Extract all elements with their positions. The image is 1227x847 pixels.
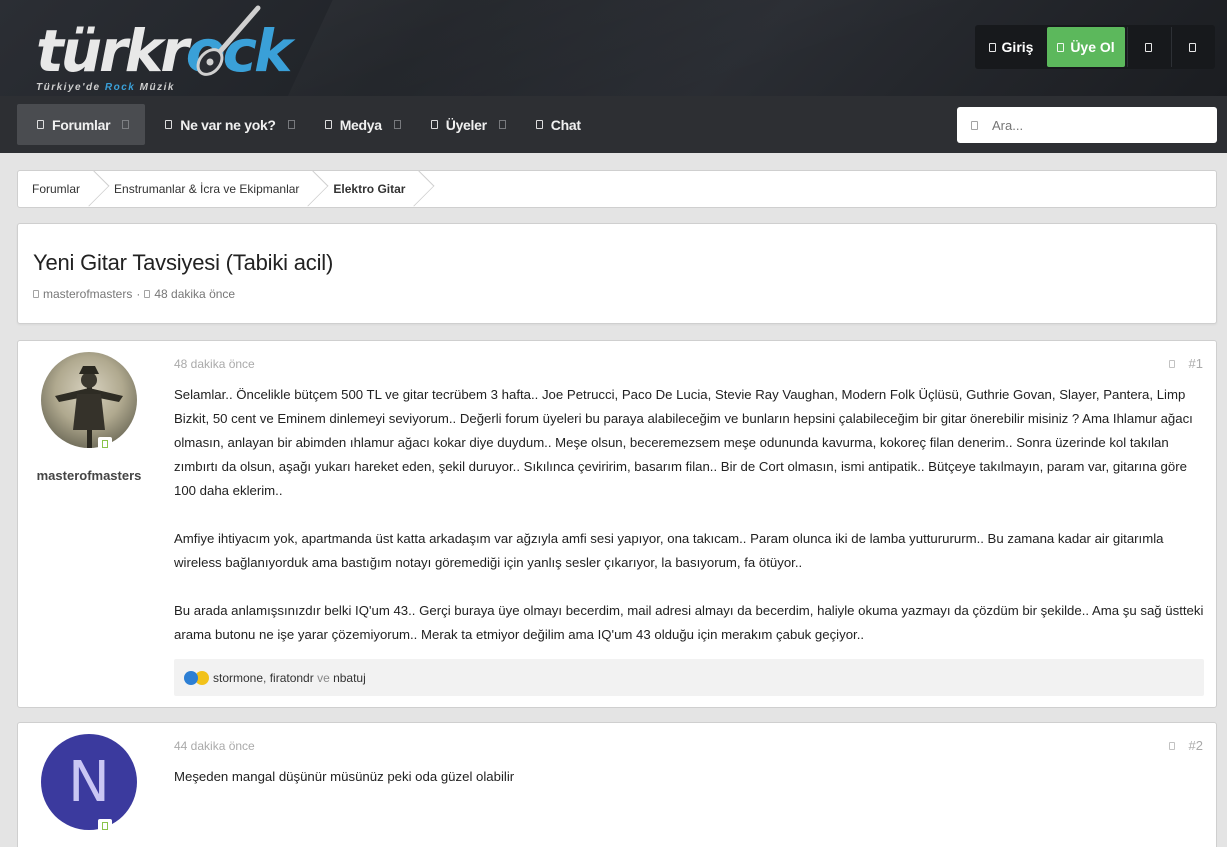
search-icon: [971, 120, 978, 130]
reaction-user-link[interactable]: stormone: [213, 671, 263, 685]
reaction-user-link[interactable]: firatondr: [270, 671, 314, 685]
user-icon: [33, 290, 39, 298]
post-content: Meşeden mangal düşünür müsünüz peki oda …: [174, 765, 1209, 813]
post-paragraph: Bu arada anlamışsınızdır belki IQ'um 43.…: [174, 603, 1204, 642]
breadcrumb-forums[interactable]: Forumlar: [18, 171, 100, 207]
avatar[interactable]: N: [41, 734, 137, 830]
dropdown-icon[interactable]: [122, 120, 130, 129]
chat-icon: [535, 120, 543, 129]
thread-header: Yeni Gitar Tavsiyesi (Tabiki acil) maste…: [17, 223, 1217, 324]
breadcrumb-instruments[interactable]: Enstrumanlar & İcra ve Ekipmanlar: [100, 171, 319, 207]
post-content: Selamlar.. Öncelikle bütçem 500 TL ve gi…: [174, 383, 1209, 671]
post-paragraph: Meşeden mangal düşünür müsünüz peki oda …: [174, 769, 515, 784]
nav-item-chat[interactable]: Chat: [516, 104, 581, 145]
letter-avatar: N: [41, 734, 137, 830]
image-icon: [324, 120, 332, 129]
thread-time[interactable]: 48 dakika önce: [154, 287, 235, 301]
search-toggle-button[interactable]: [1171, 27, 1213, 67]
news-icon: [165, 120, 173, 129]
share-icon[interactable]: [1168, 359, 1175, 368]
thread-author-link[interactable]: masterofmasters: [43, 287, 132, 301]
dropdown-icon[interactable]: [393, 120, 401, 129]
post-paragraph: Amfiye ihtiyacım yok, apartmanda üst kat…: [174, 531, 1164, 570]
breadcrumb: Forumlar Enstrumanlar & İcra ve Ekipmanl…: [17, 170, 1217, 208]
scarecrow-avatar-icon: [55, 366, 123, 448]
post-number[interactable]: #2: [1189, 738, 1203, 753]
post-1: masterofmasters 48 dakika önce #1 Selaml…: [17, 340, 1217, 708]
forum-icon: [37, 120, 44, 129]
dropdown-icon[interactable]: [498, 120, 506, 129]
search-box[interactable]: [957, 107, 1217, 143]
post-2: N 44 dakika önce #2 Meşeden mangal düşün…: [17, 722, 1217, 847]
online-status-icon: [98, 819, 112, 833]
post-username[interactable]: masterofmasters: [18, 468, 160, 483]
search-input[interactable]: [992, 117, 1192, 133]
share-icon[interactable]: [1168, 741, 1175, 750]
thread-meta: masterofmasters · 48 dakika önce: [33, 287, 235, 301]
post-number[interactable]: #1: [1189, 356, 1203, 371]
clock-icon: [144, 290, 151, 298]
search-icon: [1189, 42, 1196, 52]
whats-new-button[interactable]: [1127, 27, 1169, 67]
nav-item-media[interactable]: Medya: [305, 104, 411, 145]
avatar[interactable]: [41, 352, 137, 448]
guitar-logo-icon: [196, 5, 261, 76]
site-header: türkrock Türkiye'de Rock Müzik Giriş Üye…: [0, 0, 1227, 96]
post-paragraph: Selamlar.. Öncelikle bütçem 500 TL ve gi…: [174, 387, 1193, 498]
nav-item-members[interactable]: Üyeler: [411, 104, 516, 145]
key-icon: [988, 42, 996, 52]
post-date[interactable]: 44 dakika önce: [174, 739, 255, 753]
bolt-icon: [1145, 42, 1152, 52]
post-actions: #1: [1168, 356, 1203, 371]
user-plus-icon: [1057, 42, 1065, 52]
logo-tagline: Türkiye'de Rock Müzik: [36, 82, 175, 93]
reactions-bar[interactable]: stormone, firatondr ve nbatuj: [174, 659, 1204, 696]
post-date[interactable]: 48 dakika önce: [174, 357, 255, 371]
account-menu: Giriş Üye Ol: [975, 25, 1215, 69]
page-title: Yeni Gitar Tavsiyesi (Tabiki acil): [33, 250, 334, 275]
nav-item-forums[interactable]: Forumlar: [17, 104, 146, 145]
like-reaction-icon: [184, 670, 198, 685]
post-actions: #2: [1168, 738, 1203, 753]
reaction-user-link[interactable]: nbatuj: [333, 671, 366, 685]
breadcrumb-electric-guitar[interactable]: Elektro Gitar: [319, 171, 425, 207]
register-button[interactable]: Üye Ol: [1047, 27, 1125, 67]
dropdown-icon[interactable]: [287, 120, 295, 129]
users-icon: [430, 120, 438, 129]
site-logo[interactable]: türkrock Türkiye'de Rock Müzik: [36, 5, 296, 96]
login-button[interactable]: Giriş: [977, 27, 1045, 67]
online-status-icon: [98, 437, 112, 451]
nav-item-whats-new[interactable]: Ne var ne yok?: [145, 104, 304, 145]
